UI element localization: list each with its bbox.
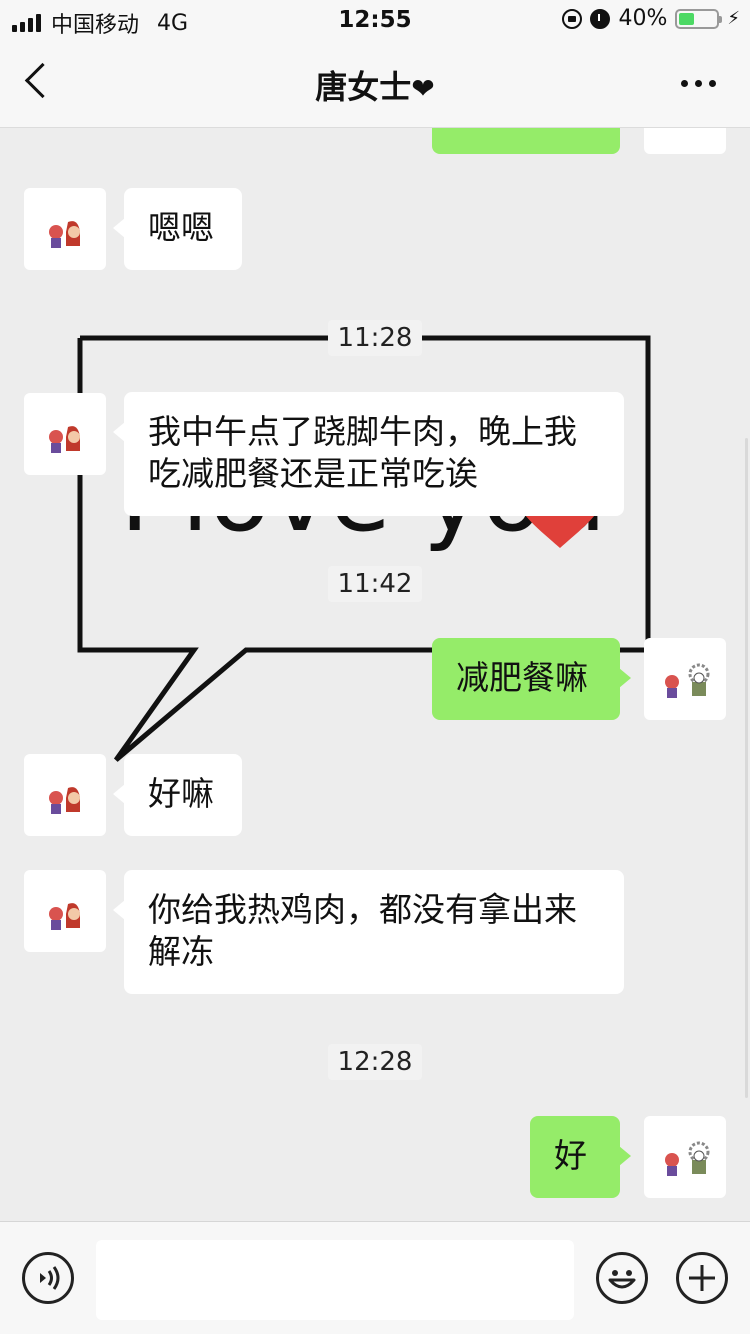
status-right: 40% ⚡︎ — [562, 6, 740, 31]
robot-sticker-icon — [665, 1141, 710, 1176]
timestamp-text: 11:42 — [327, 566, 423, 602]
message-bubble-incoming[interactable]: 嗯嗯 — [113, 188, 242, 270]
emoji-button[interactable] — [596, 1252, 648, 1304]
message-bubble-incoming[interactable]: 你给我热鸡肉，都没有拿出来解冻 — [113, 870, 624, 994]
couple-sticker-icon — [49, 221, 80, 248]
plus-button[interactable] — [676, 1252, 728, 1304]
timestamp: 11:28 — [0, 320, 750, 356]
my-avatar[interactable] — [644, 128, 726, 154]
timestamp: 12:28 — [0, 1044, 750, 1080]
couple-sticker-icon — [49, 426, 80, 453]
orientation-lock-icon — [562, 8, 583, 29]
message-input[interactable] — [96, 1240, 574, 1320]
contact-avatar[interactable] — [24, 393, 106, 475]
voice-button[interactable] — [22, 1252, 74, 1304]
more-dots-icon[interactable] — [681, 80, 716, 87]
timestamp: 11:42 — [0, 566, 750, 602]
scrollbar[interactable] — [745, 438, 748, 1098]
alarm-icon — [590, 8, 611, 29]
battery-percent: 40% — [618, 6, 668, 31]
input-bar — [0, 1221, 750, 1334]
robot-sticker-icon — [665, 663, 710, 698]
heart-icon: ❤ — [411, 72, 435, 105]
charging-icon: ⚡︎ — [727, 8, 740, 29]
chat-area[interactable]: I love you 嗯嗯 11:28 我中午点了跷脚牛肉，晚上我吃减肥餐还是正… — [0, 128, 750, 1221]
contact-avatar[interactable] — [24, 754, 106, 836]
chat-title: 唐女士❤ — [0, 62, 750, 108]
battery-fill — [679, 12, 694, 25]
emoji-icon — [608, 1270, 636, 1289]
message-bubble-outgoing[interactable]: 减肥餐嘛 — [432, 638, 631, 720]
message-bubble-incoming[interactable]: 我中午点了跷脚牛肉，晚上我吃减肥餐还是正常吃诶 — [113, 392, 624, 516]
voice-icon — [40, 1266, 60, 1290]
contact-avatar[interactable] — [24, 870, 106, 952]
contact-avatar[interactable] — [24, 188, 106, 270]
battery-icon — [675, 8, 723, 29]
couple-sticker-icon — [49, 787, 80, 814]
my-avatar[interactable] — [644, 1116, 726, 1198]
timestamp-text: 12:28 — [327, 1044, 423, 1080]
message-bubble-outgoing[interactable]: 好 — [530, 1116, 631, 1198]
chat-header: 唐女士❤ — [0, 40, 750, 128]
status-bar: 中国移动 4G 12:55 40% ⚡︎ — [0, 0, 750, 40]
plus-icon — [689, 1265, 715, 1291]
message-bubble-outgoing[interactable] — [432, 128, 620, 154]
message-bubble-incoming[interactable]: 好嘛 — [113, 754, 242, 836]
timestamp-text: 11:28 — [327, 320, 423, 356]
couple-sticker-icon — [49, 903, 80, 930]
contact-name: 唐女士 — [315, 68, 412, 106]
my-avatar[interactable] — [644, 638, 726, 720]
